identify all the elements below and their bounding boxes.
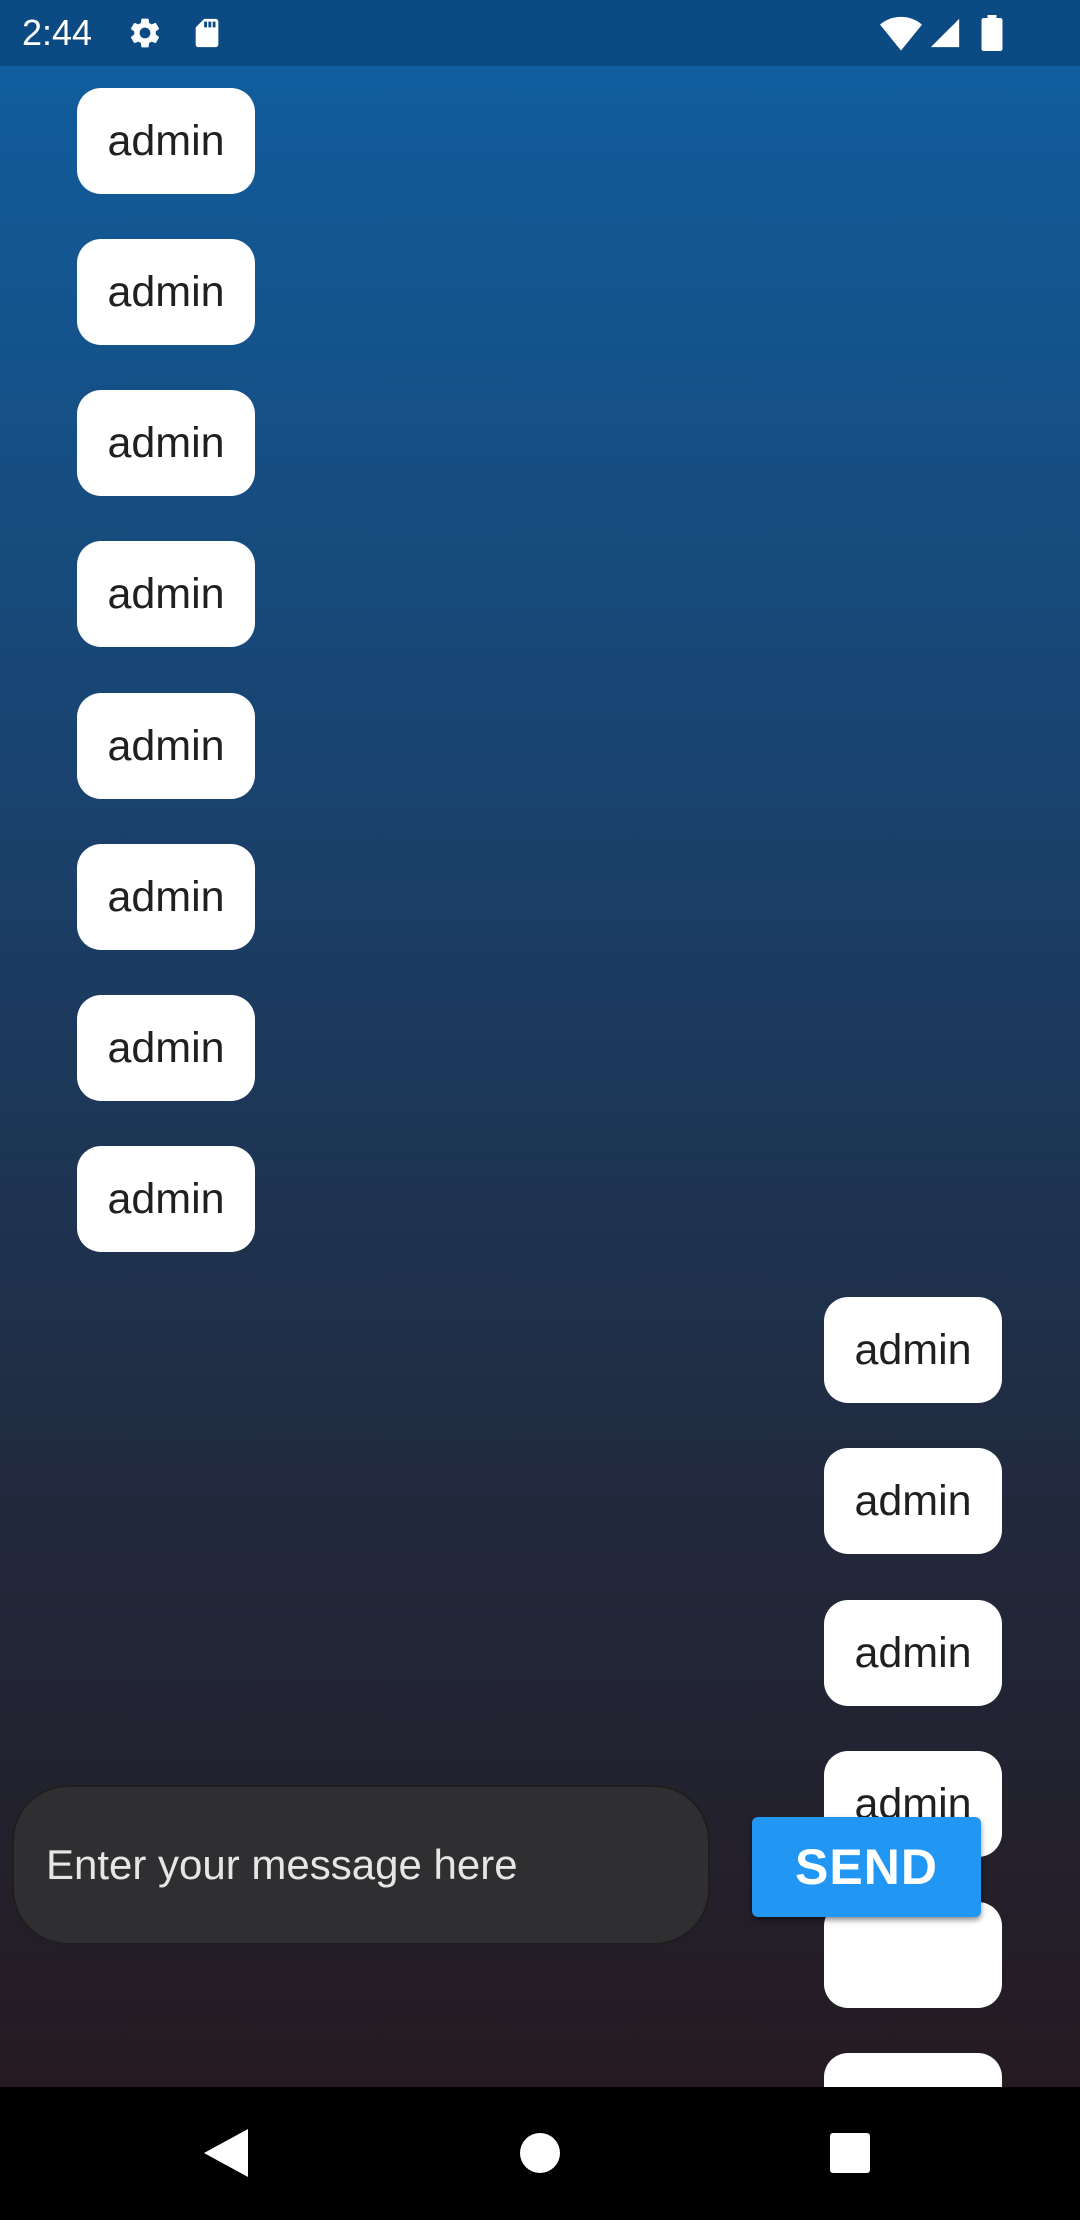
- message-bubble[interactable]: admin: [77, 541, 255, 647]
- message-bubble[interactable]: [824, 2053, 1002, 2087]
- chat-message-list[interactable]: admin admin admin admin admin admin admi…: [0, 66, 1080, 2087]
- message-bubble[interactable]: admin: [77, 844, 255, 950]
- screen: 2:44 admin admin admin admin admin admin…: [0, 0, 1080, 2220]
- sd-card-icon: [190, 15, 224, 56]
- battery-icon: [980, 15, 1004, 56]
- gear-icon: [127, 15, 163, 56]
- message-bubble[interactable]: admin: [77, 1146, 255, 1252]
- message-bubble[interactable]: admin: [77, 239, 255, 345]
- back-icon[interactable]: [190, 2117, 262, 2189]
- recents-icon[interactable]: [814, 2117, 886, 2189]
- message-bubble[interactable]: admin: [77, 88, 255, 194]
- message-bubble[interactable]: [824, 1902, 1002, 2008]
- message-bubble[interactable]: admin: [77, 995, 255, 1101]
- send-button[interactable]: SEND: [752, 1817, 981, 1917]
- message-bubble[interactable]: admin: [824, 1297, 1002, 1403]
- wifi-icon: [880, 15, 922, 56]
- navigation-bar: [0, 2087, 1080, 2220]
- message-bubble[interactable]: admin: [824, 1600, 1002, 1706]
- cell-signal-icon: [928, 15, 962, 56]
- message-bubble[interactable]: admin: [824, 1448, 1002, 1554]
- status-bar: 2:44: [0, 0, 1080, 66]
- message-bubble[interactable]: admin: [77, 693, 255, 799]
- status-time: 2:44: [22, 12, 93, 53]
- message-input[interactable]: [12, 1785, 710, 1945]
- home-icon[interactable]: [504, 2117, 576, 2189]
- message-bubble[interactable]: admin: [77, 390, 255, 496]
